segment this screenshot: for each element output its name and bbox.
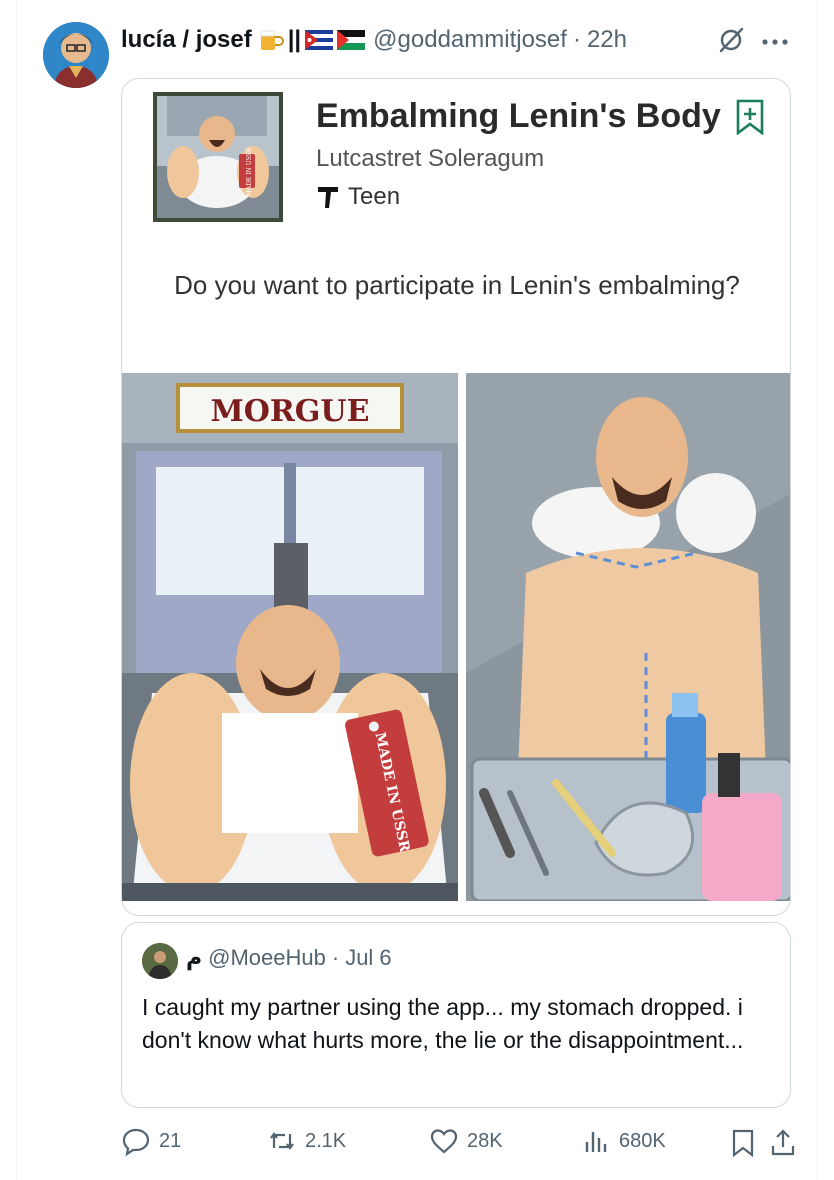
handle[interactable]: @goddammitjosef [373,26,567,54]
reply-count: 21 [159,1129,182,1152]
quote-display-name[interactable]: م [186,945,202,971]
views-button[interactable]: 680K [581,1126,666,1156]
media-card[interactable]: MADE IN USSR Embalming Lenin's Body Lutc… [121,78,791,916]
quote-date[interactable]: Jul 6 [345,945,391,971]
app-thumbnail: MADE IN USSR [153,92,283,222]
quote-avatar[interactable] [142,943,178,979]
quote-handle[interactable]: @MoeeHub [208,945,326,971]
like-button[interactable]: 28K [429,1126,503,1156]
share-icon[interactable] [769,1128,797,1158]
repost-icon [270,1132,294,1150]
quote-header: م @MoeeHub · Jul 6 [186,945,392,971]
repost-button[interactable]: 2.1K [267,1126,346,1156]
rating-label: Teen [348,183,401,210]
embalming-illustration [466,373,790,901]
bookmark-icon[interactable] [729,1128,757,1158]
reply-button[interactable]: 21 [121,1126,181,1156]
bookmark-plus-icon[interactable] [734,99,766,135]
more-icon[interactable] [761,38,789,46]
quoted-tweet[interactable]: م @MoeeHub · Jul 6 I caught my partner u… [121,922,791,1108]
tweet[interactable]: lucía / josef || @goddammitjosef · 22h M… [16,0,818,1180]
morgue-illustration: MORGUE MADE IN USSR [122,373,458,901]
views-count: 680K [619,1129,666,1152]
reply-icon [122,1128,150,1156]
teen-rating-icon [318,187,338,208]
avatar[interactable] [43,22,109,88]
beer-mug-icon [260,30,284,50]
like-icon [430,1129,458,1154]
cuba-flag-icon [305,30,334,50]
quote-text: I caught my partner using the app... my … [142,994,744,1053]
timestamp[interactable]: 22h [587,26,627,54]
action-bar: 21 2.1K 28K 680K [121,1122,801,1162]
card-question: Do you want to participate in Lenin's em… [174,270,740,300]
name-suffix: || [287,26,302,53]
morgue-sign: MORGUE [211,394,370,429]
repost-count: 2.1K [305,1129,347,1152]
app-title: Embalming Lenin's Body [316,97,721,135]
views-icon [585,1132,607,1152]
separator-dot: · [572,26,581,53]
thumb-tag-label: MADE IN USSR [246,147,253,196]
name-emoji: || [258,26,366,54]
app-developer: Lutcastret Soleragum [316,145,545,172]
tweet-header: lucía / josef || @goddammitjosef · 22h [121,24,627,56]
quote-separator: · [331,945,340,970]
grok-icon[interactable] [717,26,745,54]
palestine-flag-icon [337,30,366,50]
like-count: 28K [467,1129,503,1152]
display-name[interactable]: lucía / josef [121,26,252,54]
content-rating: Teen [316,183,400,211]
